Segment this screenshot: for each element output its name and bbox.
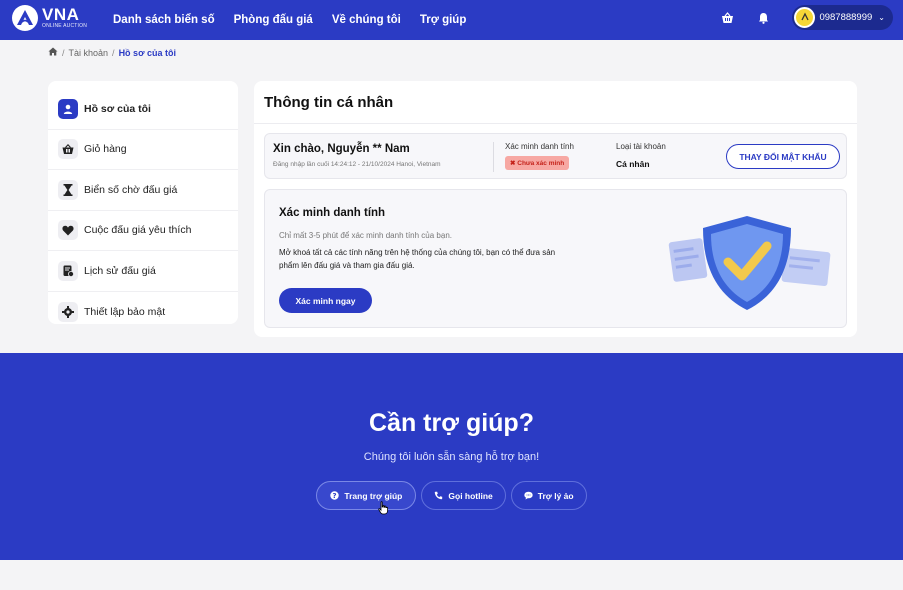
footer-strip	[0, 560, 903, 590]
breadcrumb-account[interactable]: Tài khoản	[69, 48, 109, 58]
basket-icon	[58, 139, 78, 160]
nav-link-auction-room[interactable]: Phòng đấu giá	[234, 14, 313, 26]
main-nav: Danh sách biển số Phòng đấu giá Về chúng…	[113, 0, 485, 40]
sidebar-item-favorites[interactable]: Cuộc đấu giá yêu thích	[48, 211, 238, 251]
gear-icon	[58, 301, 78, 322]
logo-mark-icon	[12, 5, 38, 31]
brand-tagline: ONLINE AUCTION	[42, 23, 88, 29]
home-icon[interactable]	[48, 47, 58, 58]
user-icon	[58, 98, 78, 119]
verify-status-label: Xác minh danh tính	[505, 142, 574, 151]
hourglass-icon	[58, 179, 78, 200]
phone-icon	[434, 491, 443, 500]
bell-icon[interactable]	[756, 11, 770, 25]
account-type-label: Loại tài khoản	[616, 142, 666, 151]
sidebar-item-label: Biển số chờ đấu giá	[84, 183, 178, 196]
breadcrumb-current: Hồ sơ của tôi	[118, 47, 176, 58]
verify-subtitle: Chỉ mất 3-5 phút để xác minh danh tính c…	[279, 231, 452, 240]
chat-icon	[524, 491, 533, 500]
page-title: Thông tin cá nhân	[264, 94, 394, 111]
question-icon: ?	[330, 491, 340, 500]
shield-check-illustration	[668, 216, 831, 310]
virtual-assistant-button[interactable]: Trợ lý ảo	[510, 481, 587, 510]
basket-icon[interactable]	[720, 11, 734, 25]
nav-link-plates[interactable]: Danh sách biển số	[113, 14, 215, 26]
sidebar-item-label: Cuộc đấu giá yêu thích	[84, 224, 192, 237]
verify-description: Mở khoá tất cả các tính năng trên hệ thố…	[279, 248, 556, 270]
account-type-value: Cá nhân	[616, 159, 650, 169]
help-title: Cần trợ giúp?	[369, 409, 534, 437]
sidebar-item-label: Lịch sử đấu giá	[84, 264, 156, 277]
help-center-button[interactable]: ? Trang trợ giúp	[316, 481, 417, 510]
account-sidebar: Hồ sơ của tôi Giỏ hàng Biển số chờ đấu g…	[48, 81, 238, 324]
nav-link-help[interactable]: Trợ giúp	[420, 14, 467, 26]
sidebar-item-history[interactable]: Lịch sử đấu giá	[48, 251, 238, 292]
chevron-down-icon: ⌄	[878, 13, 885, 22]
heart-icon	[58, 220, 78, 241]
history-icon	[58, 260, 78, 281]
help-subtitle: Chúng tôi luôn sẵn sàng hỗ trợ bạn!	[363, 451, 540, 463]
sidebar-item-label: Hồ sơ của tôi	[84, 102, 151, 115]
svg-text:?: ?	[333, 492, 337, 500]
identity-verification-card: Xác minh danh tính Chỉ mất 3-5 phút để x…	[264, 189, 847, 328]
divider	[254, 123, 857, 124]
hand-cursor-icon	[378, 501, 389, 520]
hotline-button[interactable]: Gọi hotline	[421, 481, 506, 510]
help-section: Cần trợ giúp? Chúng tôi luôn sẵn sàng hỗ…	[0, 353, 903, 560]
user-menu[interactable]: 0987888999 ⌄	[792, 5, 893, 30]
brand-logo[interactable]: VNA ONLINE AUCTION	[12, 5, 87, 31]
hotline-label: Gọi hotline	[448, 490, 493, 501]
brand-name: VNA	[42, 5, 80, 24]
sidebar-item-pending-plates[interactable]: Biển số chờ đấu giá	[48, 170, 238, 211]
sidebar-item-label: Thiết lập bảo mật	[84, 305, 166, 318]
sidebar-item-security[interactable]: Thiết lập bảo mật	[48, 292, 238, 333]
greeting: Xin chào, Nguyễn ** Nam	[273, 143, 410, 155]
help-center-label: Trang trợ giúp	[344, 490, 403, 501]
sidebar-item-label: Giỏ hàng	[84, 143, 127, 156]
verify-title: Xác minh danh tính	[279, 207, 386, 219]
verify-now-button[interactable]: Xác minh ngay	[279, 288, 372, 313]
nav-link-about[interactable]: Về chúng tôi	[332, 14, 401, 26]
avatar	[794, 7, 816, 28]
virtual-assistant-label: Trợ lý ảo	[537, 490, 574, 501]
last-login: Đăng nhập lần cuối 14:24:12 - 21/10/2024…	[273, 161, 441, 168]
status-badge: ✖ Chưa xác minh	[505, 156, 570, 170]
breadcrumb: / Tài khoản / Hồ sơ của tôi	[48, 47, 176, 58]
sidebar-item-cart[interactable]: Giỏ hàng	[48, 130, 238, 170]
sidebar-item-profile[interactable]: Hồ sơ của tôi	[48, 89, 238, 130]
profile-card: Thông tin cá nhân Xin chào, Nguyễn ** Na…	[254, 81, 857, 337]
top-navbar: VNA ONLINE AUCTION Danh sách biển số Phò…	[0, 0, 903, 40]
account-summary: Xin chào, Nguyễn ** Nam Đăng nhập lần cu…	[264, 133, 847, 179]
change-password-button[interactable]: THAY ĐỔI MẬT KHẨU	[726, 144, 840, 169]
divider	[493, 142, 494, 172]
user-phone: 0987888999	[819, 12, 873, 23]
